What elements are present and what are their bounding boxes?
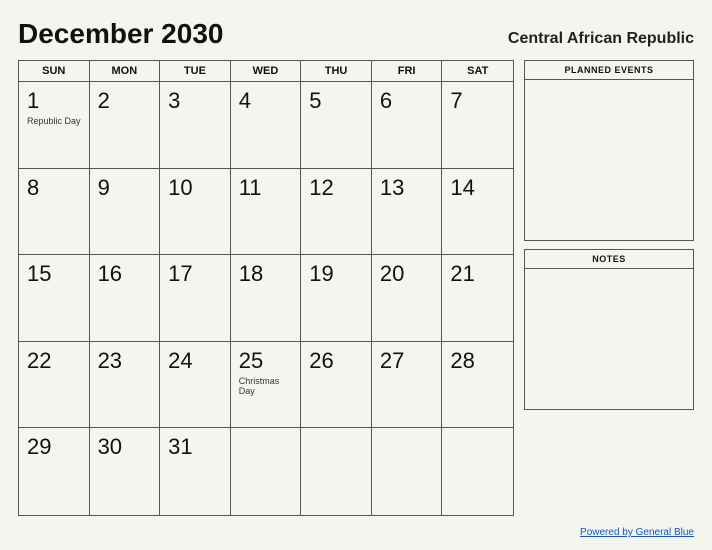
cell-event: Christmas Day (239, 376, 293, 396)
cell-number: 12 (309, 175, 363, 201)
calendar-cell: 30 (90, 428, 161, 515)
calendar-cell: 10 (160, 169, 231, 256)
cell-number: 21 (450, 261, 505, 287)
day-header-mon: MON (90, 61, 161, 81)
calendar-cell: 20 (372, 255, 443, 342)
notes-title: NOTES (525, 250, 693, 269)
calendar-cell (372, 428, 443, 515)
cell-number: 2 (98, 88, 152, 114)
calendar-cell: 24 (160, 342, 231, 429)
planned-events-title: PLANNED EVENTS (525, 61, 693, 80)
day-header-thu: THU (301, 61, 372, 81)
cell-number: 31 (168, 434, 222, 460)
calendar-cell: 14 (442, 169, 513, 256)
calendar-cell: 23 (90, 342, 161, 429)
calendar-cell (231, 428, 302, 515)
cell-number: 22 (27, 348, 81, 374)
calendar-cell: 16 (90, 255, 161, 342)
cell-number: 10 (168, 175, 222, 201)
notes-box: NOTES (524, 249, 694, 410)
calendar-cell: 8 (19, 169, 90, 256)
day-header-fri: FRI (372, 61, 443, 81)
cell-number: 9 (98, 175, 152, 201)
calendar-cell: 17 (160, 255, 231, 342)
calendar-cell: 25Christmas Day (231, 342, 302, 429)
calendar-cell: 29 (19, 428, 90, 515)
calendar-cell: 27 (372, 342, 443, 429)
cell-number: 5 (309, 88, 363, 114)
calendar-cell: 15 (19, 255, 90, 342)
calendar-cell: 9 (90, 169, 161, 256)
cell-number: 26 (309, 348, 363, 374)
calendar-cell: 7 (442, 82, 513, 169)
day-header-tue: TUE (160, 61, 231, 81)
sidebar: PLANNED EVENTS NOTES (524, 60, 694, 516)
day-header-wed: WED (231, 61, 302, 81)
cell-number: 29 (27, 434, 81, 460)
month-title: December 2030 (18, 18, 223, 50)
calendar-cell (442, 428, 513, 515)
calendar-cell: 22 (19, 342, 90, 429)
notes-content (525, 269, 693, 409)
calendar-cell: 12 (301, 169, 372, 256)
cell-number: 13 (380, 175, 434, 201)
calendar-cell: 2 (90, 82, 161, 169)
calendar-grid: 1Republic Day234567891011121314151617181… (19, 82, 513, 515)
calendar-cell: 3 (160, 82, 231, 169)
calendar-cell: 4 (231, 82, 302, 169)
cell-number: 3 (168, 88, 222, 114)
cell-number: 14 (450, 175, 505, 201)
calendar-cell: 21 (442, 255, 513, 342)
cell-number: 24 (168, 348, 222, 374)
calendar-cell (301, 428, 372, 515)
day-header-sat: SAT (442, 61, 513, 81)
cell-event: Republic Day (27, 116, 81, 126)
cell-number: 17 (168, 261, 222, 287)
cell-number: 18 (239, 261, 293, 287)
day-headers: SUNMONTUEWEDTHUFRISAT (19, 61, 513, 82)
cell-number: 7 (450, 88, 505, 114)
cell-number: 20 (380, 261, 434, 287)
calendar-cell: 5 (301, 82, 372, 169)
cell-number: 28 (450, 348, 505, 374)
country-name: Central African Republic (508, 30, 694, 48)
cell-number: 16 (98, 261, 152, 287)
calendar-cell: 19 (301, 255, 372, 342)
cell-number: 1 (27, 88, 81, 114)
calendar-cell: 26 (301, 342, 372, 429)
cell-number: 4 (239, 88, 293, 114)
cell-number: 27 (380, 348, 434, 374)
calendar-cell: 28 (442, 342, 513, 429)
calendar-cell: 1 Republic Day (19, 82, 90, 169)
planned-events-content (525, 80, 693, 240)
calendar-cell: 13 (372, 169, 443, 256)
planned-events-box: PLANNED EVENTS (524, 60, 694, 241)
cell-number: 8 (27, 175, 81, 201)
cell-number: 15 (27, 261, 81, 287)
cell-number: 25 (239, 348, 293, 374)
cell-number: 19 (309, 261, 363, 287)
cell-number: 30 (98, 434, 152, 460)
calendar-cell: 31 (160, 428, 231, 515)
cell-number: 11 (239, 175, 293, 201)
calendar-cell: 11 (231, 169, 302, 256)
footer: Powered by General Blue (18, 522, 694, 540)
calendar-cell: 18 (231, 255, 302, 342)
day-header-sun: SUN (19, 61, 90, 81)
powered-by-link[interactable]: Powered by General Blue (580, 527, 694, 538)
cell-number: 6 (380, 88, 434, 114)
calendar: SUNMONTUEWEDTHUFRISAT 1Republic Day23456… (18, 60, 514, 516)
calendar-cell: 6 (372, 82, 443, 169)
cell-number: 23 (98, 348, 152, 374)
